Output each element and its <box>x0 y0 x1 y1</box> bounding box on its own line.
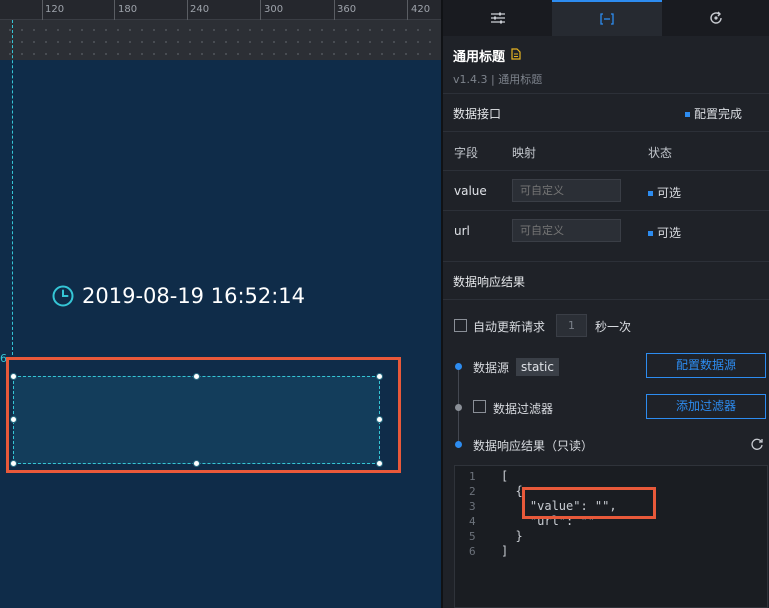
divider <box>443 131 769 132</box>
panel-tabs <box>443 0 769 36</box>
url-state-label: 可选 <box>657 226 682 240</box>
code-line: { <box>501 484 523 498</box>
sliders-icon <box>490 12 505 24</box>
divider <box>443 170 769 171</box>
resize-handle-right[interactable] <box>376 416 383 423</box>
component-header: 通用标题 v1.4.3 | 通用标题 <box>443 36 769 94</box>
component-title: 通用标题 <box>453 50 506 65</box>
code-scrollbar[interactable] <box>763 470 765 606</box>
ruler-mark <box>42 0 43 20</box>
horizontal-ruler: 120 180 240 300 360 420 <box>0 0 441 20</box>
line-number: 2 <box>469 485 476 498</box>
auto-update-label: 自动更新请求 <box>473 320 546 334</box>
ruler-tick: 180 <box>118 4 138 15</box>
datetime-widget[interactable]: 2019-08-19 16:52:14 <box>52 284 305 308</box>
refresh-icon[interactable] <box>750 437 764 451</box>
status-dot-icon <box>685 112 690 117</box>
line-number: 6 <box>469 545 476 558</box>
line-number: 3 <box>469 500 476 513</box>
value-state-label: 可选 <box>657 186 682 200</box>
resize-handle-top[interactable] <box>193 373 200 380</box>
field-url-name: url <box>454 224 470 238</box>
data-filter-label: 数据过滤器 <box>493 402 554 416</box>
ruler-tick: 300 <box>264 4 284 15</box>
response-code-viewer[interactable]: 1 2 3 4 5 6 [ { "value": "", "url": "" }… <box>454 465 768 608</box>
field-value-name: value <box>454 184 487 198</box>
code-line: ] <box>501 544 509 558</box>
ruler-mark <box>187 0 188 20</box>
canvas-dot-grid <box>0 20 441 60</box>
ruler-mark <box>334 0 335 20</box>
datetime-text: 2019-08-19 16:52:14 <box>82 284 306 308</box>
data-interface-title: 数据接口 <box>453 107 502 121</box>
clock-icon <box>52 285 74 307</box>
resize-handle-top-right[interactable] <box>376 373 383 380</box>
code-line: [ <box>501 469 509 483</box>
config-data-source-button[interactable]: 配置数据源 <box>646 353 766 378</box>
timeline-dot <box>455 404 462 411</box>
line-number: 1 <box>469 470 476 483</box>
screen-canvas[interactable] <box>0 60 441 608</box>
config-panel: 通用标题 v1.4.3 | 通用标题 数据接口 配置完成 字段 映射 状态 va… <box>441 0 769 608</box>
header-mapping: 映射 <box>512 146 537 160</box>
auto-update-checkbox[interactable] <box>454 319 467 332</box>
line-number: 5 <box>469 530 476 543</box>
config-status: 配置完成 <box>685 105 742 122</box>
divider <box>443 261 769 262</box>
document-icon[interactable] <box>511 48 521 63</box>
data-source-label: 数据源 <box>473 361 510 375</box>
line-number: 4 <box>469 515 476 528</box>
ruler-mark <box>407 0 408 20</box>
status-dot-icon <box>648 231 653 236</box>
data-bracket-icon <box>600 13 614 25</box>
interval-input[interactable]: 1 <box>556 314 587 337</box>
interval-unit: 秒一次 <box>595 320 632 334</box>
response-result-label: 数据响应结果（只读） <box>473 439 594 453</box>
header-field: 字段 <box>454 146 479 160</box>
value-state: 可选 <box>648 184 681 201</box>
resize-handle-top-left[interactable] <box>10 373 17 380</box>
tab-data[interactable] <box>552 0 662 36</box>
config-status-label: 配置完成 <box>694 107 743 121</box>
add-filter-button[interactable]: 添加过滤器 <box>646 394 766 419</box>
ruler-mark <box>260 0 261 20</box>
timeline-dot <box>455 363 462 370</box>
divider <box>443 210 769 211</box>
tab-interaction[interactable] <box>662 0 769 36</box>
ruler-tick: 420 <box>411 4 431 15</box>
code-line: } <box>501 529 523 543</box>
selected-title-component[interactable] <box>13 376 380 464</box>
component-version: v1.4.3 | 通用标题 <box>453 73 543 86</box>
tab-style[interactable] <box>443 0 552 36</box>
ruler-mark <box>114 0 115 20</box>
refresh-settings-icon <box>710 11 723 24</box>
divider <box>443 299 769 300</box>
value-mapping-input[interactable] <box>512 179 621 202</box>
vertical-guide-line <box>12 20 13 360</box>
response-title: 数据响应结果 <box>453 275 526 289</box>
status-dot-icon <box>648 191 653 196</box>
resize-handle-bottom-left[interactable] <box>10 460 17 467</box>
data-source-badge: static <box>516 358 559 376</box>
code-highlight-annotation <box>522 487 656 519</box>
resize-handle-left[interactable] <box>10 416 17 423</box>
resize-handle-bottom-right[interactable] <box>376 460 383 467</box>
ruler-tick: 120 <box>45 4 65 15</box>
resize-handle-bottom[interactable] <box>193 460 200 467</box>
url-mapping-input[interactable] <box>512 219 621 242</box>
filter-checkbox[interactable] <box>473 400 486 413</box>
timeline-dot <box>455 441 462 448</box>
url-state: 可选 <box>648 224 681 241</box>
ruler-tick: 360 <box>337 4 357 15</box>
ruler-tick: 240 <box>190 4 210 15</box>
canvas-area[interactable]: 120 180 240 300 360 420 6 2019-08-19 16:… <box>0 0 441 608</box>
header-state: 状态 <box>648 146 673 160</box>
